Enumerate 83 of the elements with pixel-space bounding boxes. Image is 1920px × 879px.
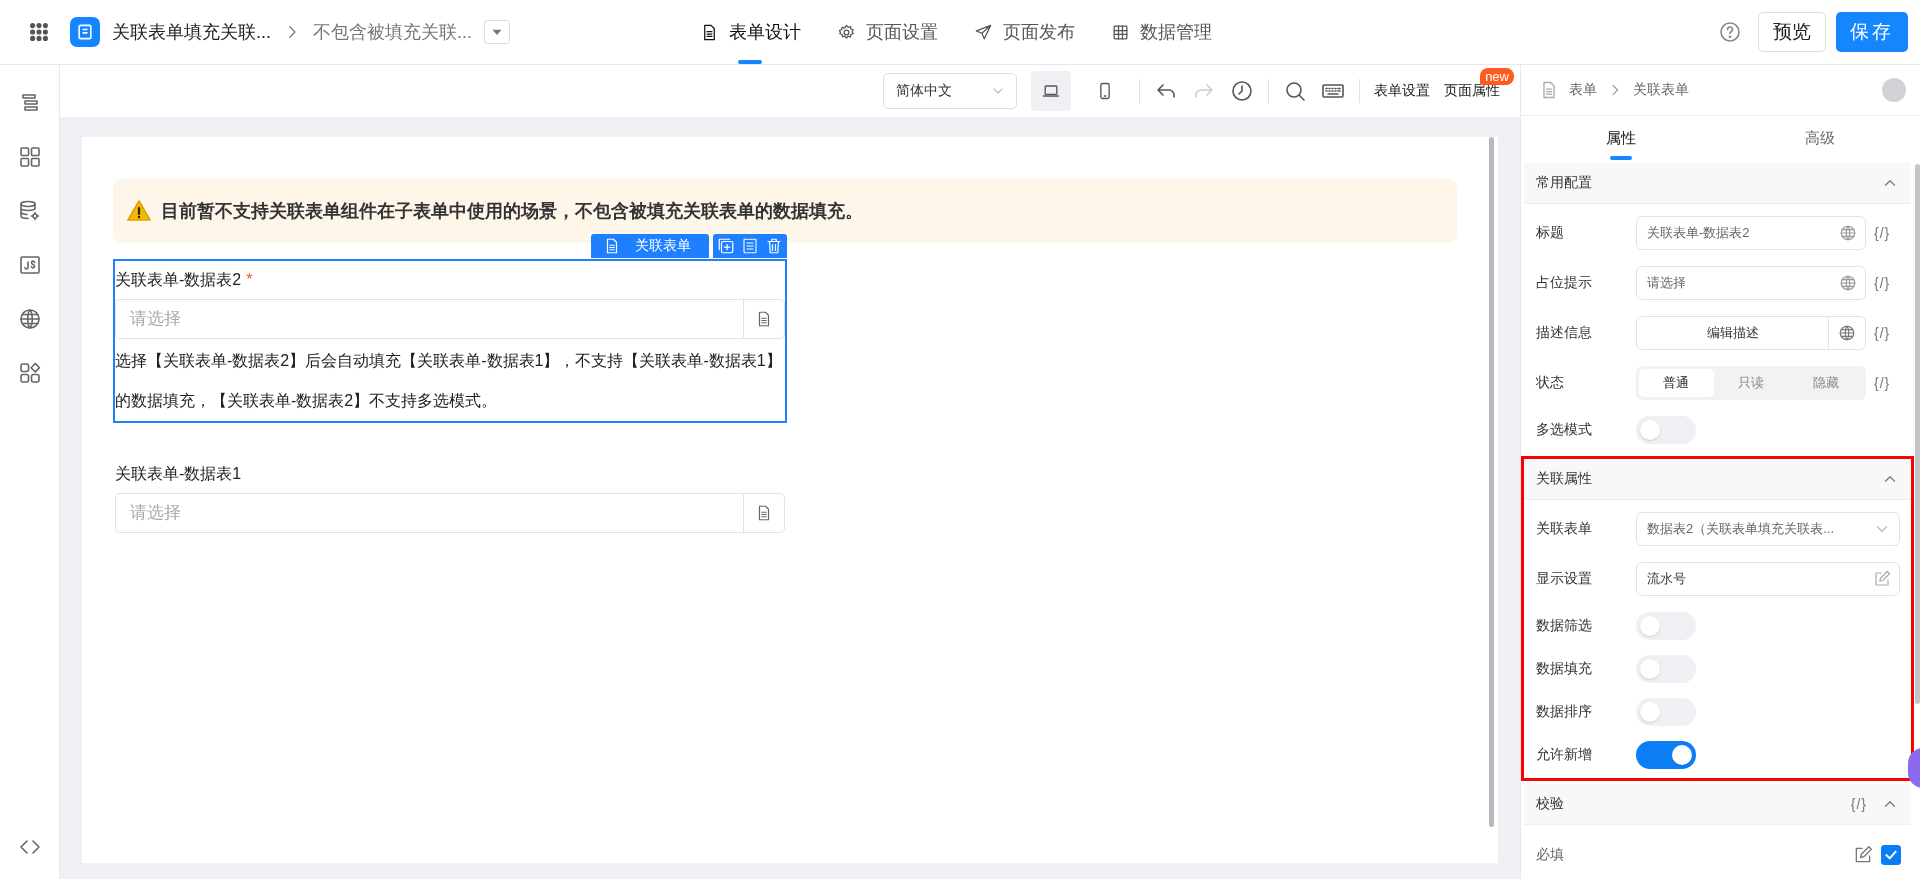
- globe-icon[interactable]: [1839, 274, 1857, 292]
- property-label: 数据排序: [1536, 702, 1593, 721]
- new-badge: new: [1480, 68, 1514, 85]
- nav-tab[interactable]: 表单设计: [700, 0, 801, 64]
- select-field[interactable]: 数据表2（关联表单填充关联表...: [1636, 512, 1900, 546]
- toggle-switch[interactable]: [1636, 611, 1696, 640]
- property-label: 必填: [1536, 846, 1565, 864]
- panel-tab[interactable]: 高级: [1720, 116, 1920, 160]
- gear-icon: [837, 22, 856, 42]
- expression-binding[interactable]: {/}: [1874, 225, 1891, 241]
- breadcrumb-item[interactable]: 表单: [1569, 81, 1597, 99]
- components-icon[interactable]: [17, 145, 42, 169]
- globe-icon[interactable]: [1839, 224, 1857, 242]
- toolbar-link[interactable]: 表单设置: [1374, 82, 1430, 100]
- warning-text: 目前暂不支持关联表单组件在子表单中使用的场景，不包含被填充关联表单的数据填充。: [161, 200, 863, 223]
- delete-icon[interactable]: [765, 237, 783, 255]
- app-logo-icon: [70, 17, 100, 47]
- property-label: 标题: [1536, 224, 1565, 242]
- display-settings-field[interactable]: 流水号: [1636, 562, 1900, 596]
- language-select[interactable]: 简体中文: [883, 73, 1017, 109]
- text-field[interactable]: 关联表单-数据表2: [1636, 216, 1866, 250]
- toggle-switch[interactable]: [1636, 740, 1696, 769]
- list-icon[interactable]: [741, 237, 759, 255]
- selected-field-frame[interactable]: 关联表单-数据表2 * 请选择 选择【关联表单-数据表2】后会自动填充【关联表单-数据表1】，不支持【关联表单-数据表1】的数据填充，【关联表单-数据表2】不支持多选模式。: [113, 259, 787, 423]
- help-icon[interactable]: [1718, 20, 1742, 44]
- property-label: 描述信息: [1536, 324, 1593, 342]
- property-label: 允许新增: [1536, 745, 1593, 764]
- expression-binding[interactable]: {/}: [1874, 375, 1891, 391]
- save-button[interactable]: 保存: [1836, 12, 1908, 52]
- globe-icon[interactable]: [17, 307, 42, 331]
- nav-tab[interactable]: 页面设置: [837, 0, 938, 64]
- property-label: 占位提示: [1536, 274, 1593, 292]
- js-icon[interactable]: [17, 253, 42, 277]
- shapes-icon[interactable]: [17, 361, 42, 385]
- warning-icon: [127, 199, 151, 223]
- document-button[interactable]: [743, 493, 785, 533]
- edit-icon[interactable]: [1853, 845, 1873, 865]
- property-label: 数据填充: [1536, 659, 1593, 678]
- section-header[interactable]: 常用配置: [1524, 163, 1911, 204]
- paper-plane-icon: [974, 22, 993, 42]
- select-field[interactable]: 请选择: [115, 493, 743, 533]
- toggle-switch[interactable]: [1636, 697, 1696, 726]
- history-icon[interactable]: [1230, 79, 1254, 103]
- field-label: 关联表单-数据表1: [115, 463, 242, 484]
- dropdown-button[interactable]: [484, 20, 511, 44]
- checkbox[interactable]: [1881, 845, 1901, 865]
- preview-button[interactable]: 预览: [1758, 12, 1826, 52]
- property-label: 显示设置: [1536, 570, 1593, 588]
- required-mark: *: [246, 271, 253, 289]
- breadcrumb-item[interactable]: 关联表单: [1633, 81, 1689, 99]
- nav-tab[interactable]: 页面发布: [974, 0, 1075, 64]
- toolbar-link[interactable]: 页面属性: [1444, 82, 1500, 100]
- search-icon[interactable]: [1283, 79, 1307, 103]
- select-field[interactable]: 请选择: [115, 299, 743, 339]
- page-title[interactable]: 不包含被填充关联...: [313, 20, 473, 44]
- expression-binding[interactable]: {/}: [1850, 796, 1867, 812]
- section-header[interactable]: 关联属性: [1524, 459, 1911, 500]
- segment-option[interactable]: 普通: [1639, 369, 1714, 397]
- field-description: 选择【关联表单-数据表2】后会自动填充【关联表单-数据表1】，不支持【关联表单-数据表1】的数据填充，【关联表单-数据表2】不支持多选模式。: [115, 351, 783, 411]
- expression-binding[interactable]: {/}: [1874, 275, 1891, 291]
- property-label: 多选模式: [1536, 420, 1593, 439]
- property-label: 状态: [1536, 374, 1565, 392]
- app-title[interactable]: 关联表单填充关联...: [112, 20, 271, 44]
- component-tag: 关联表单: [591, 234, 709, 258]
- scrollbar[interactable]: [1915, 164, 1920, 704]
- document-button[interactable]: [743, 299, 785, 339]
- duplicate-icon[interactable]: [717, 237, 735, 255]
- property-label: 关联表单: [1536, 520, 1593, 538]
- property-label: 数据筛选: [1536, 616, 1593, 635]
- globe-icon: [1838, 324, 1856, 342]
- desktop-view-button[interactable]: [1031, 71, 1071, 111]
- edit-icon[interactable]: [1873, 570, 1891, 588]
- toggle-switch[interactable]: [1636, 415, 1696, 444]
- expression-binding[interactable]: {/}: [1874, 325, 1891, 341]
- segmented-control[interactable]: 普通 只读 隐藏: [1636, 366, 1866, 400]
- field-label: 关联表单-数据表2: [115, 269, 242, 290]
- panel-tab[interactable]: 属性: [1521, 116, 1721, 160]
- section-header[interactable]: 校验 {/}: [1524, 784, 1911, 825]
- nav-tab[interactable]: 数据管理: [1111, 0, 1212, 64]
- app-grid-icon[interactable]: [28, 21, 50, 43]
- text-field[interactable]: 请选择: [1636, 266, 1866, 300]
- toggle-switch[interactable]: [1636, 654, 1696, 683]
- database-gear-icon[interactable]: [17, 199, 42, 223]
